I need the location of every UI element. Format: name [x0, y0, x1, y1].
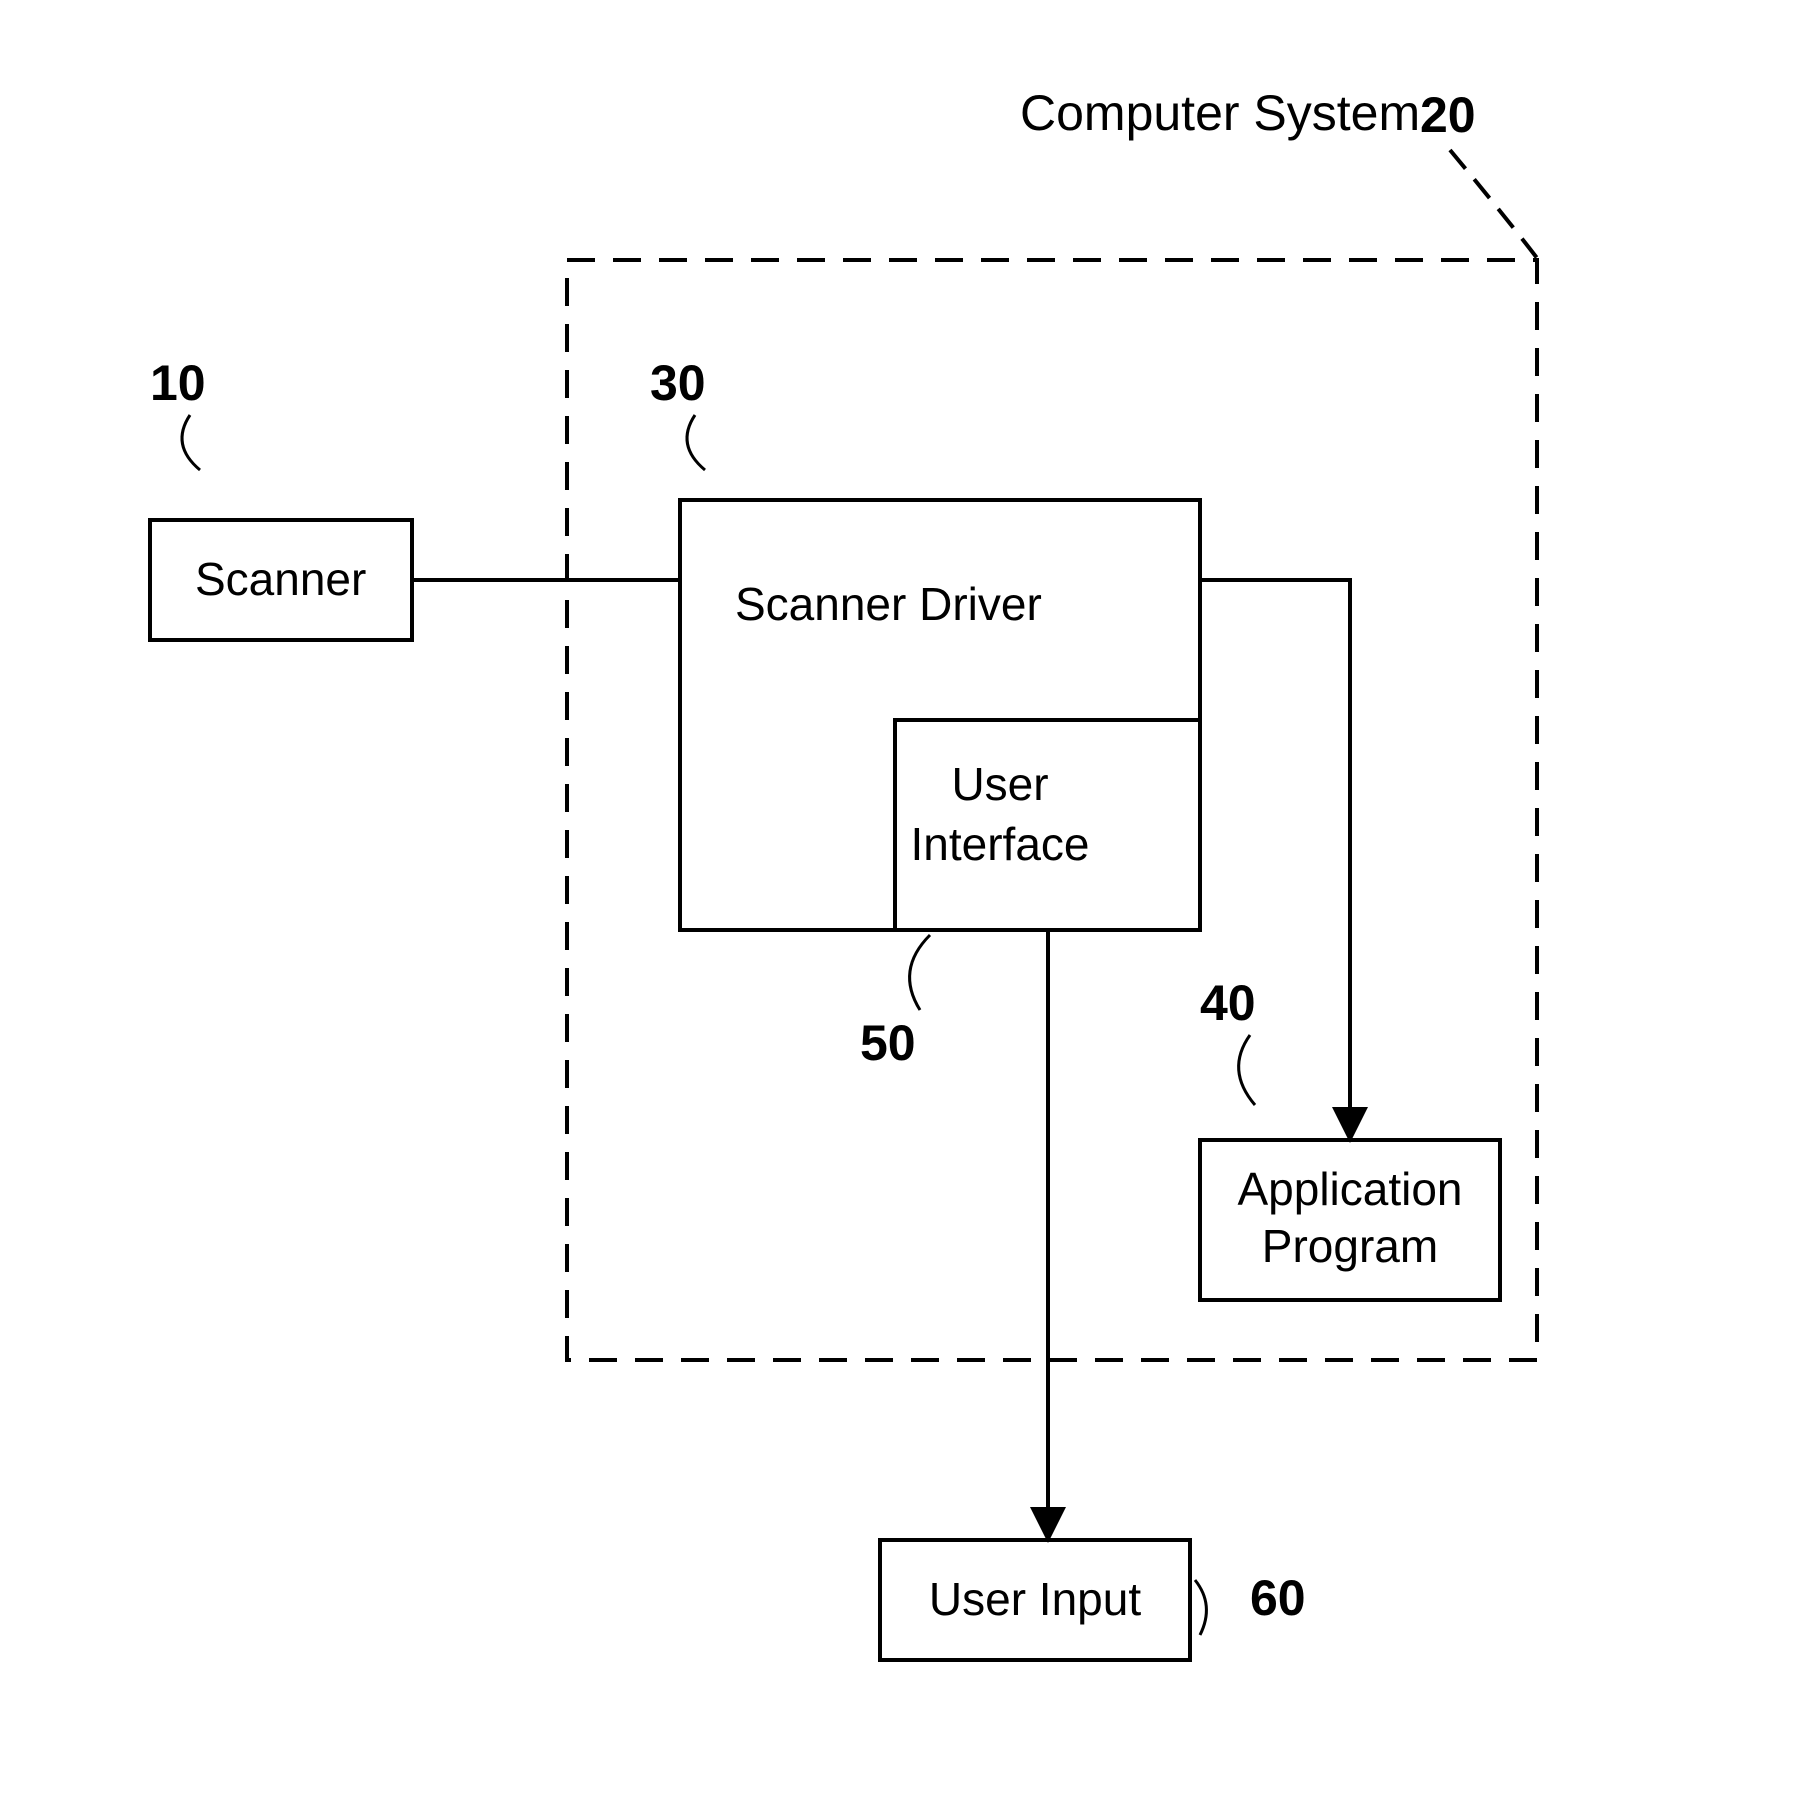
- tag-app: [1239, 1035, 1255, 1105]
- system-title: Computer System: [1020, 85, 1420, 141]
- scanner-block: Scanner: [150, 520, 412, 640]
- app-label-line1: Application: [1237, 1163, 1462, 1215]
- tag-scanner: [182, 415, 200, 470]
- tag-input: [1195, 1580, 1206, 1635]
- link-driver-app: [1200, 580, 1350, 1140]
- user-input-label: User Input: [929, 1573, 1141, 1625]
- app-label-line2: Program: [1262, 1220, 1438, 1272]
- ui-label-line2: Interface: [911, 818, 1090, 870]
- application-program-block: Application Program: [1200, 1140, 1500, 1300]
- ref-scanner: 10: [150, 355, 206, 411]
- tag-driver: [687, 415, 705, 470]
- scanner-driver-label: Scanner Driver: [735, 578, 1042, 630]
- scanner-label: Scanner: [195, 553, 366, 605]
- leader-system: [1450, 150, 1537, 258]
- ref-system: 20: [1420, 87, 1476, 143]
- tag-ui: [910, 935, 930, 1010]
- ref-input: 60: [1250, 1570, 1306, 1626]
- ref-driver: 30: [650, 355, 706, 411]
- ref-ui: 50: [860, 1015, 916, 1071]
- user-input-block: User Input: [880, 1540, 1190, 1660]
- ref-app: 40: [1200, 975, 1256, 1031]
- ui-label-line1: User: [951, 758, 1048, 810]
- user-interface-block: User Interface: [895, 720, 1200, 930]
